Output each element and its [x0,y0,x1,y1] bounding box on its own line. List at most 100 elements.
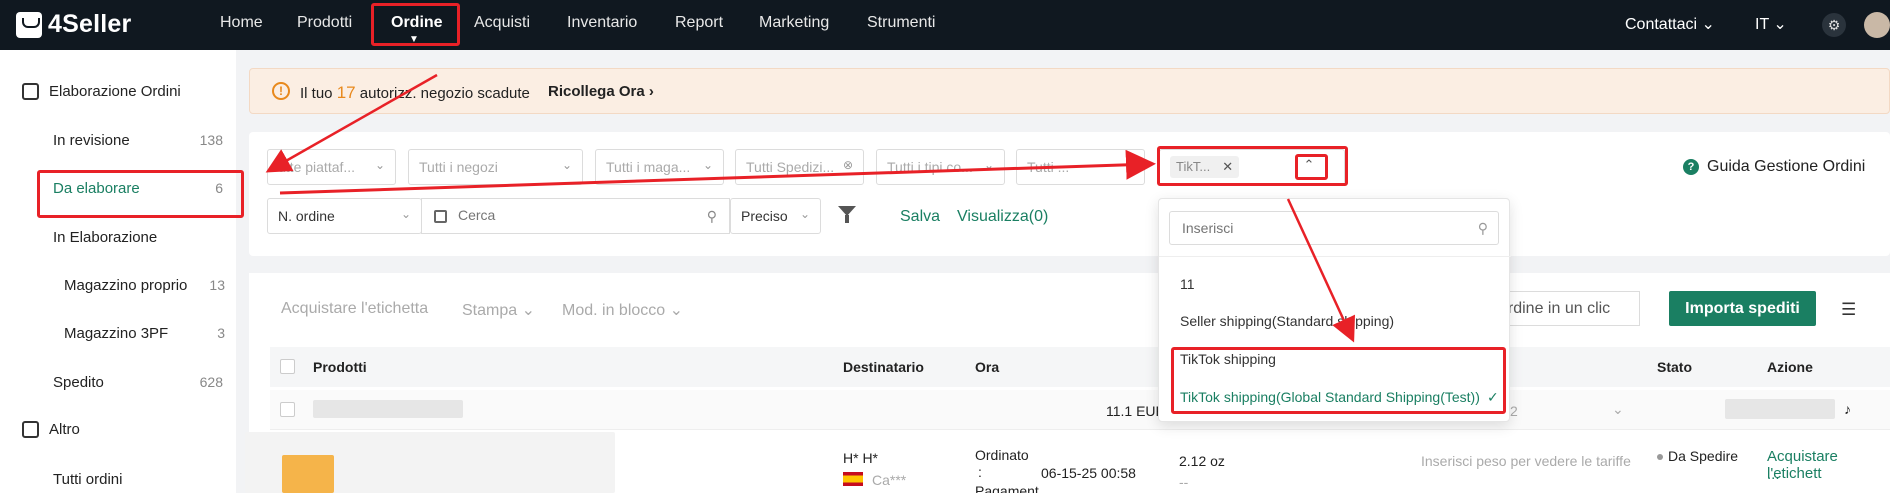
header-status: Stato [1657,359,1692,375]
language-menu[interactable]: IT ⌄ [1755,14,1787,34]
gear-icon[interactable]: ⚙ [1822,13,1846,37]
search-box: ⚲ [421,198,730,234]
nav-marketing[interactable]: Marketing [759,14,829,32]
nav-ordine[interactable]: Ordine [391,14,443,32]
sidebar-group-label: Altro [49,421,80,438]
shipping-select[interactable]: Tutti Spedizi... ⊗ [735,149,864,185]
redacted-order-id [313,400,463,418]
shipping-value: Tutti Spedizi... [746,159,835,175]
chevron-down-icon: ⌄ [521,302,535,319]
chevron-down-icon: ⌄ [1701,16,1715,33]
platform-select[interactable]: utte piattaf... ⌄ [267,149,396,185]
nav-prodotti[interactable]: Prodotti [297,14,352,32]
dropdown-option[interactable]: 11 [1180,276,1195,292]
avatar[interactable] [1864,12,1890,38]
tag-label: TikT... [1176,159,1211,174]
order-amount: 11.1 EUR [1106,403,1166,419]
reconnect-label: Ricollega Ora [548,83,645,100]
sidebar-group-altro[interactable]: Altro [22,421,80,438]
warning-icon: ! [272,82,290,100]
extra-value: Tutti ... [1027,159,1070,175]
selected-tag: TikT... ✕ [1170,156,1240,178]
nav-acquisti[interactable]: Acquisti [474,14,530,32]
sidebar-item-count: 3 [217,325,225,341]
chevron-down-icon: ⌄ [1123,158,1134,172]
import-shipped-button[interactable]: Importa spediti [1669,291,1816,326]
column-settings-icon[interactable]: ☰ [1841,300,1856,320]
filter-icon[interactable] [838,206,856,223]
sidebar-group-order-processing[interactable]: Elaborazione Ordini [22,83,181,100]
alert-prefix: Il tuo [300,85,333,102]
sidebar-item-magazzino-3pf[interactable]: Magazzino 3PF 3 [64,325,225,342]
weight-secondary: -- [1179,474,1189,490]
sidebar-group-label: Elaborazione Ordini [49,83,181,100]
guide-label: Guida Gestione Ordini [1707,158,1866,175]
nav-report[interactable]: Report [675,14,723,32]
brand-logo[interactable]: 4Seller [16,10,131,39]
ordered-colon: : [978,464,982,480]
save-button[interactable]: Salva [900,208,940,226]
sidebar-item-da-elaborare[interactable]: Da elaborare 6 [53,180,223,197]
payment-label: Pagament [975,483,1039,493]
view-button[interactable]: Visualizza(0) [957,208,1048,226]
sidebar-item-label: In Elaborazione [53,229,158,246]
clipboard-icon [22,83,39,100]
dropdown-search-input[interactable] [1182,220,1452,236]
chevron-down-icon: ⌄ [374,158,385,172]
chevron-down-icon: ⌄ [702,158,713,172]
header-recipient: Destinatario [843,359,924,375]
guide-link[interactable]: ? Guida Gestione Ordini [1683,158,1865,176]
buy-label-link[interactable]: Acquistare l'etichett [1767,448,1890,482]
row-checkbox[interactable] [280,402,295,417]
search-icon[interactable]: ⚲ [707,208,717,225]
sidebar-item-magazzino-proprio[interactable]: Magazzino proprio 13 [64,277,225,294]
recipient-name: H* H* [843,450,879,466]
search-field-select[interactable]: N. ordine ⌄ [267,198,422,234]
shop-value: Tutti i negozi [419,159,498,175]
scan-icon[interactable] [434,210,447,223]
product-image[interactable] [282,455,334,493]
dropdown-option[interactable]: Seller shipping(Standard shipping) [1180,313,1394,329]
search-icon[interactable]: ⚲ [1478,220,1488,237]
header-action: Azione [1767,359,1813,375]
chevron-down-icon[interactable]: ⌄ [1612,401,1624,418]
dropdown-option[interactable]: TikTok shipping [1180,351,1276,367]
contact-menu[interactable]: Contattaci ⌄ [1625,14,1715,34]
sidebar-item-spedito[interactable]: Spedito 628 [53,374,223,391]
warehouse-select[interactable]: Tutti i maga... ⌄ [595,149,724,185]
buy-label-button[interactable]: Acquistare l'etichetta [281,300,428,318]
status-label: Da Spedire [1668,448,1739,464]
match-mode-value: Preciso [741,208,788,224]
header-products: Prodotti [313,359,367,375]
check-icon: ✓ [1487,389,1499,405]
match-mode-select[interactable]: Preciso ⌄ [730,198,821,234]
reconnect-link[interactable]: Ricollega Ora › [548,83,654,100]
sidebar-item-label: Magazzino proprio [64,277,188,294]
sidebar-item-in-elaborazione[interactable]: In Elaborazione [53,229,223,246]
alert-count: 17 [336,83,356,102]
sidebar-item-label: Da elaborare [53,180,140,197]
print-menu[interactable]: Stampa ⌄ [462,300,535,320]
dropdown-option-selected[interactable]: TikTok shipping(Global Standard Shipping… [1180,389,1480,405]
spain-flag-icon [843,472,863,486]
nav-inventario[interactable]: Inventario [567,14,637,32]
shopping-bag-icon [16,11,42,38]
nav-home[interactable]: Home [220,14,263,32]
close-icon[interactable]: ✕ [1222,159,1233,174]
type-select[interactable]: Tutti i tipi co... ⌄ [876,149,1005,185]
bulk-edit-menu[interactable]: Mod. in blocco ⌄ [562,300,683,320]
search-input[interactable] [458,207,678,223]
sidebar-item-label: In revisione [53,132,130,149]
chevron-up-icon[interactable]: ⌃ [1296,157,1322,179]
sidebar-item-tutti-ordini[interactable]: Tutti ordini [53,471,223,488]
extra-select[interactable]: Tutti ... ⌄ [1016,149,1145,185]
shop-select[interactable]: Tutti i negozi ⌄ [408,149,583,185]
sidebar-item-count: 138 [199,132,223,148]
print-label: Stampa [462,302,518,319]
clear-icon[interactable]: ⊗ [843,158,853,172]
sidebar-item-in-revisione[interactable]: In revisione 138 [53,132,223,149]
more-actions-link[interactable]: ... [1767,466,1780,483]
nav-strumenti[interactable]: Strumenti [867,14,935,32]
sidebar-item-label: Magazzino 3PF [64,325,169,342]
select-all-checkbox[interactable] [280,359,295,374]
